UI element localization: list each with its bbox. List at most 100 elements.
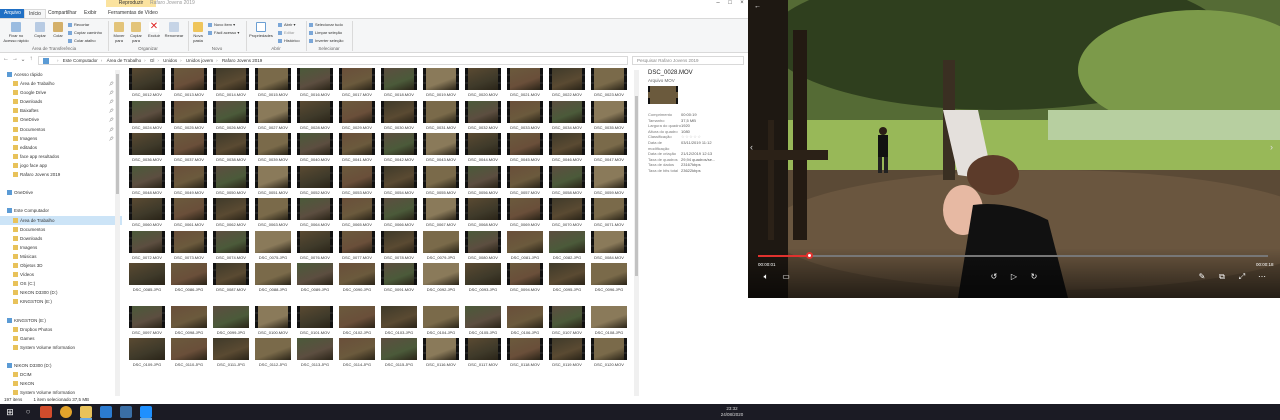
file-item[interactable]: DSC_0015.MOV	[252, 68, 294, 98]
search-input[interactable]: Pesquisar Rafaro Jovens 2019	[632, 56, 744, 65]
video-player[interactable]: ← ‹ › 00:00:01 00:00:18 🔈︎ ▭ ↺ ▷ ↻ ✎ ⧉ ⤢…	[748, 0, 1280, 298]
pin-icon[interactable]: 📌︎	[109, 115, 114, 124]
app-icon[interactable]	[40, 406, 52, 418]
copy-path-button[interactable]: Copiar caminho	[68, 30, 102, 35]
file-item[interactable]: DSC_0056.MOV	[462, 165, 504, 196]
nav-item[interactable]: Documentos	[0, 225, 122, 234]
nav-item[interactable]: Dropbox Photos	[0, 325, 122, 334]
file-item[interactable]: DSC_0047.MOV	[588, 133, 630, 163]
nav-item[interactable]	[0, 197, 122, 206]
file-item[interactable]: DSC_0067.MOV	[420, 198, 462, 228]
file-item[interactable]: DSC_0093.JPG	[462, 263, 504, 293]
clock-date[interactable]: 24/08/2020	[712, 412, 752, 417]
nav-item[interactable]: Games	[0, 334, 122, 343]
file-item[interactable]: DSC_0019.MOV	[420, 68, 462, 98]
maximize-icon[interactable]: □	[724, 0, 736, 7]
file-item[interactable]: DSC_0088.JPG	[252, 263, 294, 293]
nav-item[interactable]: NIKON D3300 (D:)	[0, 361, 122, 370]
file-item[interactable]: DSC_0069.MOV	[504, 198, 546, 228]
file-item[interactable]: DSC_0057.MOV	[504, 165, 546, 196]
file-item[interactable]: DSC_0098.JPG	[168, 305, 210, 336]
pin-icon[interactable]: 📌︎	[109, 97, 114, 106]
breadcrumb[interactable]: Este Computador	[63, 58, 98, 63]
file-item[interactable]: DSC_0070.MOV	[546, 198, 588, 228]
file-item[interactable]: DSC_0089.JPG	[294, 263, 336, 293]
file-item[interactable]: DSC_0028.MOV	[294, 100, 336, 131]
file-item[interactable]: DSC_0065.MOV	[336, 198, 378, 228]
file-item[interactable]: DSC_0114.JPG	[336, 338, 378, 368]
file-item[interactable]: DSC_0062.MOV	[210, 198, 252, 228]
file-item[interactable]: DSC_0040.MOV	[294, 133, 336, 163]
file-item[interactable]: DSC_0119.MOV	[546, 338, 588, 368]
pin-icon[interactable]: 📌︎	[109, 106, 114, 115]
file-item[interactable]: DSC_0027.MOV	[252, 100, 294, 131]
history-button[interactable]: Histórico	[278, 38, 300, 43]
file-explorer-icon[interactable]	[80, 406, 92, 418]
file-item[interactable]: DSC_0115.JPG	[378, 338, 420, 368]
file-item[interactable]: DSC_0022.MOV	[546, 68, 588, 98]
nav-item[interactable]: Baixaftes 📌︎	[0, 106, 122, 115]
nav-item[interactable]: Downloads	[0, 234, 122, 243]
paste-button[interactable]: Colar	[50, 22, 66, 38]
back-arrow-icon[interactable]: ←	[754, 3, 761, 10]
nav-item[interactable]	[0, 352, 122, 361]
file-item[interactable]: DSC_0048.MOV	[126, 165, 168, 196]
file-item[interactable]: DSC_0032.MOV	[462, 100, 504, 131]
file-item[interactable]: DSC_0101.MOV	[294, 305, 336, 336]
copy-to-button[interactable]: Copiar para	[128, 22, 144, 43]
file-item[interactable]: DSC_0049.MOV	[168, 165, 210, 196]
file-item[interactable]: DSC_0109.JPG	[126, 338, 168, 368]
nav-item[interactable]: Acesso rápido	[0, 70, 122, 79]
tab-view[interactable]: Exibir	[80, 9, 101, 18]
file-item[interactable]: DSC_0058.MOV	[546, 165, 588, 196]
file-item[interactable]: DSC_0092.JPG	[420, 263, 462, 293]
recent-chevron-icon[interactable]: ⌄	[19, 56, 27, 63]
search-icon[interactable]: ○	[22, 406, 34, 418]
file-item[interactable]: DSC_0085.JPG	[126, 263, 168, 293]
file-item[interactable]: DSC_0068.MOV	[462, 198, 504, 228]
file-item[interactable]: DSC_0037.MOV	[168, 133, 210, 163]
file-item[interactable]: DSC_0024.MOV	[126, 100, 168, 131]
file-item[interactable]: DSC_0021.MOV	[504, 68, 546, 98]
forward-icon[interactable]: →	[11, 56, 19, 62]
nav-item[interactable]: jogo face app	[0, 161, 122, 170]
file-item[interactable]: DSC_0012.MOV	[126, 68, 168, 98]
file-item[interactable]: DSC_0094.MOV	[504, 263, 546, 293]
nav-item[interactable]: Downloads 📌︎	[0, 97, 122, 106]
file-item[interactable]: DSC_0084.MOV	[588, 230, 630, 261]
nav-item[interactable]: KINGSTON (E:)	[0, 297, 122, 306]
minimize-icon[interactable]: –	[712, 0, 724, 7]
seek-bar[interactable]	[758, 252, 1268, 259]
breadcrumb[interactable]: Unidos jovem	[186, 58, 213, 63]
file-item[interactable]: DSC_0051.MOV	[252, 165, 294, 196]
file-item[interactable]: DSC_0120.MOV	[588, 338, 630, 368]
file-item[interactable]: DSC_0104.JPG	[420, 305, 462, 336]
nav-item[interactable]: Área de Trabalho 📌︎	[0, 79, 122, 88]
pin-icon[interactable]: 📌︎	[109, 125, 114, 134]
play-icon[interactable]: ▷	[1008, 272, 1020, 281]
file-item[interactable]: DSC_0060.MOV	[126, 198, 168, 228]
file-item[interactable]: DSC_0036.MOV	[126, 133, 168, 163]
file-item[interactable]: DSC_0103.JPG	[378, 305, 420, 336]
file-item[interactable]: DSC_0054.MOV	[378, 165, 420, 196]
next-arrow-icon[interactable]: ›	[1270, 142, 1273, 152]
file-item[interactable]: DSC_0038.MOV	[210, 133, 252, 163]
file-item[interactable]: DSC_0013.MOV	[168, 68, 210, 98]
pin-button[interactable]: Fixar no Acesso rápido	[2, 22, 30, 43]
invert-selection-button[interactable]: Inverter seleção	[309, 38, 343, 43]
file-item[interactable]: DSC_0044.MOV	[462, 133, 504, 163]
properties-button[interactable]: Propriedades	[248, 22, 274, 38]
file-item[interactable]: DSC_0018.MOV	[378, 68, 420, 98]
file-item[interactable]: DSC_0090.JPG	[336, 263, 378, 293]
move-to-button[interactable]: Mover para	[111, 22, 127, 43]
file-item[interactable]: DSC_0041.MOV	[336, 133, 378, 163]
nav-item[interactable]: OneDrive	[0, 188, 122, 197]
nav-item[interactable]: OS (C:)	[0, 279, 122, 288]
edit-icon[interactable]: ✎	[1196, 272, 1208, 281]
start-icon[interactable]: ⊞	[4, 406, 16, 418]
photos-icon[interactable]	[140, 406, 152, 418]
file-item[interactable]: DSC_0116.MOV	[420, 338, 462, 368]
file-item[interactable]: DSC_0100.MOV	[252, 305, 294, 336]
file-item[interactable]: DSC_0023.MOV	[588, 68, 630, 98]
tab-home[interactable]: Início	[24, 9, 46, 18]
